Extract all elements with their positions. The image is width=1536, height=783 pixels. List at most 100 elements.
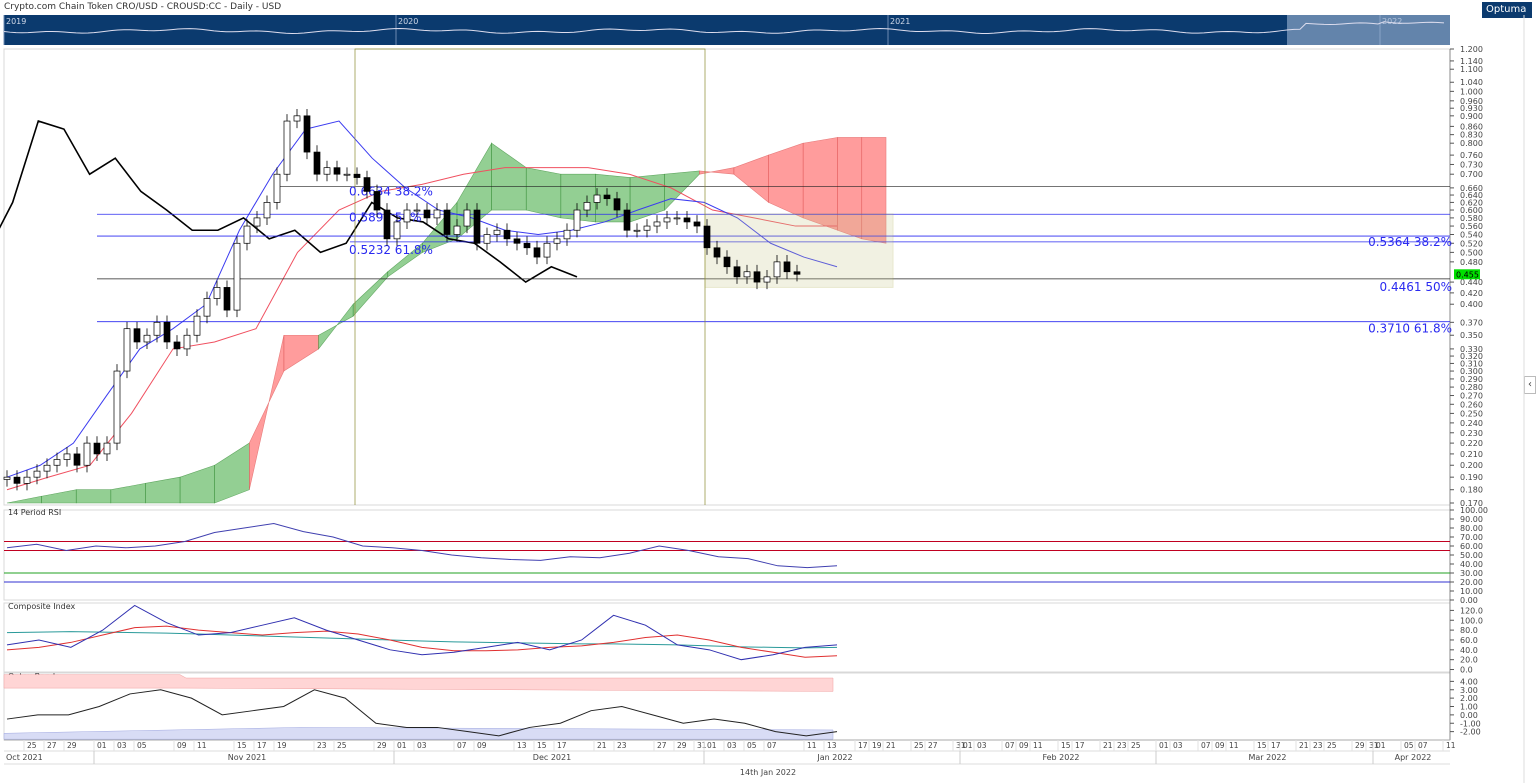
candle-body	[763, 276, 771, 283]
x-tick-label: 01	[963, 741, 973, 750]
y-tick-label: 1.040	[1460, 78, 1483, 87]
candle	[133, 321, 141, 350]
month-label: Dec 2021	[533, 753, 571, 762]
candle-body	[563, 229, 571, 240]
candle-body	[473, 209, 481, 244]
y-tick-label: 0.520	[1460, 239, 1483, 248]
candle-body	[43, 464, 51, 472]
candle-body	[493, 229, 501, 235]
candle-body	[153, 321, 161, 336]
x-tick-label: 01	[1376, 741, 1386, 750]
candle-body	[303, 115, 311, 153]
x-tick-label: 15	[1061, 741, 1071, 750]
x-tick-label: 01	[1159, 741, 1169, 750]
candle-body	[613, 198, 621, 211]
candle-body	[33, 470, 41, 478]
candle	[93, 436, 101, 461]
y-tick-label: 0.800	[1460, 139, 1483, 148]
chart-canvas[interactable]: 20192020202120221.2001.1401.1001.0401.00…	[0, 0, 1536, 783]
candle-body	[143, 334, 151, 343]
candle-body	[293, 115, 301, 122]
y-tick-label: 0.00	[1460, 596, 1478, 605]
kumo-bearish	[733, 154, 769, 204]
last-price-label: 0.455	[1456, 270, 1479, 279]
candle	[113, 364, 121, 451]
candle-body	[53, 459, 61, 466]
y-tick-label: 0.0	[1460, 666, 1473, 675]
candle-body	[193, 315, 201, 336]
candle-body	[313, 151, 321, 175]
x-tick-label: 29	[1355, 741, 1365, 750]
candle-body	[593, 194, 601, 203]
candle-body	[93, 442, 101, 455]
x-tick-label: 23	[1313, 741, 1323, 750]
candle-body	[623, 209, 631, 231]
x-tick-label: 29	[377, 741, 387, 750]
x-tick-label: 21	[1299, 741, 1309, 750]
candle	[243, 219, 251, 251]
x-tick-label: 15	[537, 741, 547, 750]
candle-body	[283, 120, 291, 175]
candle-body	[83, 442, 91, 466]
y-tick-label: 0.350	[1460, 331, 1483, 340]
x-tick-label: 17	[858, 741, 868, 750]
candle-body	[483, 234, 491, 244]
kumo-bullish	[41, 489, 77, 504]
candle-body	[343, 173, 351, 176]
panel-frame	[3, 509, 1451, 601]
kumo-bullish	[352, 271, 389, 317]
fib-label-right: 0.3710 61.8%	[1368, 322, 1452, 336]
x-tick-label: 01	[97, 741, 107, 750]
candle-body	[663, 217, 671, 223]
candle-body	[123, 328, 131, 372]
x-tick-label: 07	[1005, 741, 1015, 750]
candle-body	[603, 194, 611, 200]
kumo-bullish	[179, 464, 215, 504]
x-tick-label: 11	[1033, 741, 1043, 750]
kumo-bullish	[525, 167, 562, 219]
x-tick-label: 03	[727, 741, 737, 750]
x-tick-label: 17	[1271, 741, 1281, 750]
x-tick-label: 23	[317, 741, 327, 750]
candle	[273, 167, 281, 210]
candle-body	[573, 209, 581, 231]
candle-body	[433, 209, 441, 219]
candle	[173, 335, 181, 356]
optex-upper-band	[3, 674, 834, 692]
x-tick-label: 17	[1075, 741, 1085, 750]
range-box	[704, 213, 894, 288]
x-tick-label: 09	[1019, 741, 1029, 750]
candle-body	[133, 328, 141, 343]
y-tick-label: 60.0	[1460, 636, 1478, 645]
panel-frame	[3, 602, 1451, 673]
candle	[543, 236, 551, 265]
candle-body	[3, 476, 11, 480]
x-tick-label: 17	[557, 741, 567, 750]
y-tick-label: 0.370	[1460, 318, 1483, 327]
x-tick-label: 21	[1103, 741, 1113, 750]
candle	[223, 280, 231, 318]
candle-body	[63, 453, 71, 460]
candle-body	[553, 238, 561, 244]
candle-body	[253, 217, 261, 227]
kumo-bullish	[145, 476, 181, 504]
y-tick-label: 40.0	[1460, 646, 1478, 655]
candle	[533, 240, 541, 265]
x-tick-label: 25	[27, 741, 37, 750]
x-tick-label: 29	[677, 741, 687, 750]
candle-body	[363, 177, 371, 192]
candle-body	[333, 167, 341, 175]
x-tick-label: 13	[517, 741, 527, 750]
candle	[333, 160, 341, 182]
x-tick-label: 07	[1418, 741, 1428, 750]
candle-body	[443, 209, 451, 235]
x-tick-label: 25	[914, 741, 924, 750]
panel-title: Composite Index	[8, 602, 76, 611]
candle-body	[203, 298, 211, 317]
candle-body	[773, 261, 781, 278]
candle-body	[393, 221, 401, 240]
navigator-line	[3, 21, 1445, 34]
candle-body	[403, 209, 411, 223]
x-tick-label: 09	[477, 741, 487, 750]
candle	[503, 223, 511, 246]
